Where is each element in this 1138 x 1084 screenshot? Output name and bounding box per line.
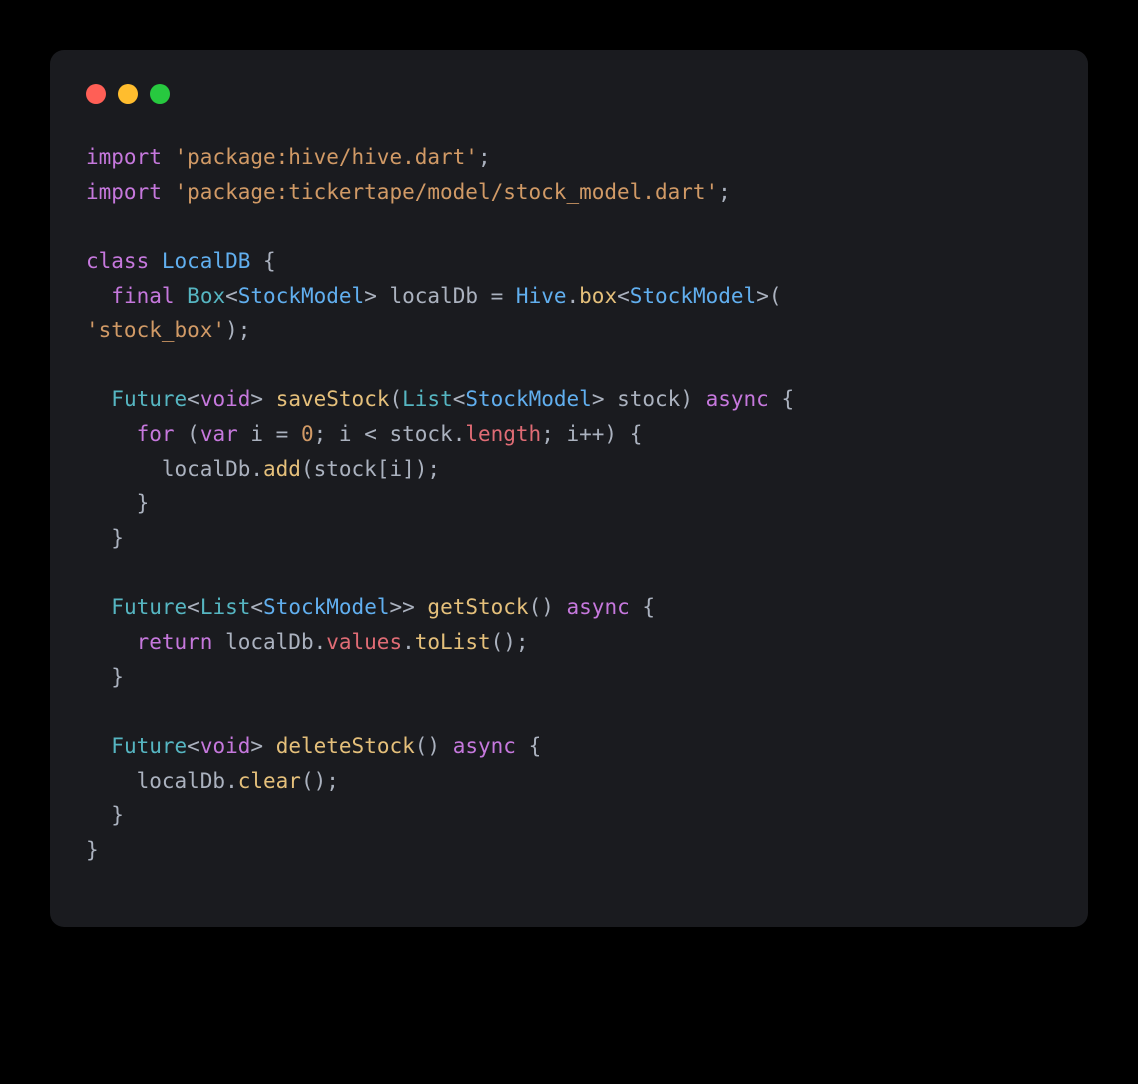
code-token: 'package:tickertape/model/stock_model.da… [175, 180, 719, 204]
code-token: async [453, 734, 516, 758]
code-token: Future [111, 734, 187, 758]
code-token: deleteStock [276, 734, 415, 758]
code-token: return [137, 630, 213, 654]
code-token: StockModel [465, 387, 591, 411]
maximize-button[interactable] [150, 84, 170, 104]
code-token: LocalDB [162, 249, 251, 273]
code-token: Future [111, 387, 187, 411]
code-token: length [465, 422, 541, 446]
code-token: 'stock_box' [86, 318, 225, 342]
code-token: async [567, 595, 630, 619]
code-token: class [86, 249, 149, 273]
code-token: Box [187, 284, 225, 308]
code-token: StockModel [263, 595, 389, 619]
code-token: var [200, 422, 238, 446]
code-token: 0 [301, 422, 314, 446]
code-token: getStock [427, 595, 528, 619]
code-token: saveStock [276, 387, 390, 411]
code-window: import 'package:hive/hive.dart'; import … [50, 50, 1088, 927]
code-token: Future [111, 595, 187, 619]
code-token: clear [238, 769, 301, 793]
window-titlebar [86, 78, 1052, 104]
code-token: for [137, 422, 175, 446]
code-token: void [200, 734, 251, 758]
code-token: void [200, 387, 251, 411]
minimize-button[interactable] [118, 84, 138, 104]
code-token: List [402, 387, 453, 411]
code-token: toList [415, 630, 491, 654]
code-token: import [86, 145, 162, 169]
code-token: StockModel [630, 284, 756, 308]
code-token: final [111, 284, 174, 308]
code-block: import 'package:hive/hive.dart'; import … [86, 140, 1052, 867]
code-token: Hive [516, 284, 567, 308]
code-token: values [326, 630, 402, 654]
close-button[interactable] [86, 84, 106, 104]
code-token: async [706, 387, 769, 411]
code-token: List [200, 595, 251, 619]
code-token: box [579, 284, 617, 308]
code-token: 'package:hive/hive.dart' [175, 145, 478, 169]
code-token: import [86, 180, 162, 204]
code-token: StockModel [238, 284, 364, 308]
code-token: add [263, 457, 301, 481]
